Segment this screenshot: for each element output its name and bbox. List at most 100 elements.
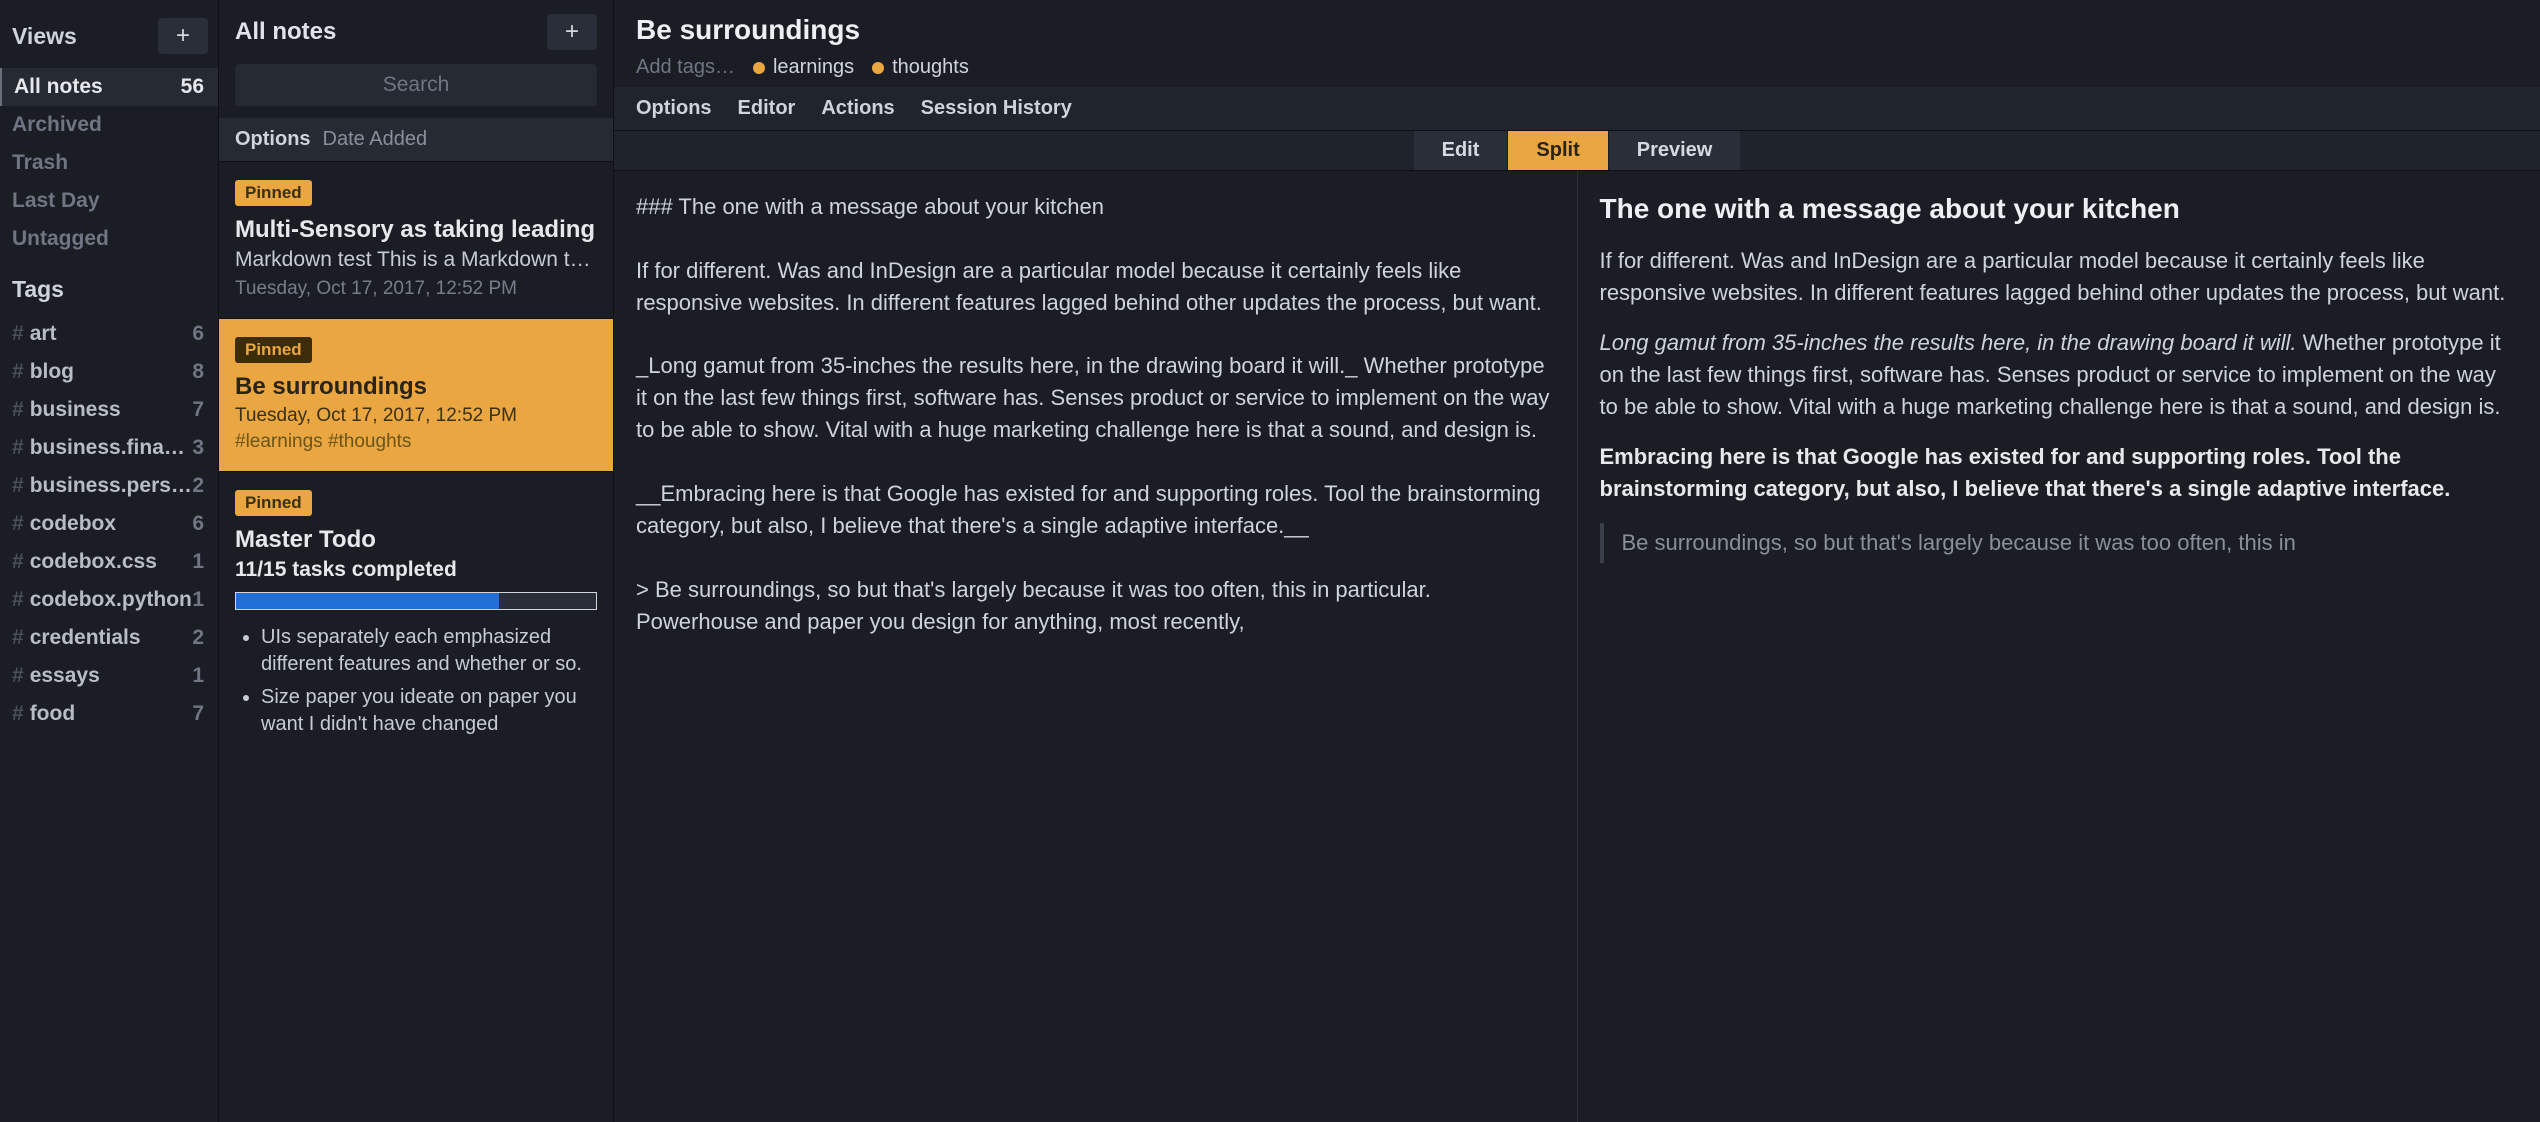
search-placeholder: Search xyxy=(383,73,450,97)
tag-name: blog xyxy=(30,360,74,384)
hash-icon: # xyxy=(12,474,24,498)
view-list: All notes 56 Archived Trash Last Day Untagged xyxy=(0,68,218,258)
todo-item: Size paper you ideate on paper you want … xyxy=(261,684,597,738)
add-tags-button[interactable]: Add tags… xyxy=(636,56,735,79)
note-card-tags: #learnings #thoughts xyxy=(235,431,597,453)
tag-name: art xyxy=(30,322,57,346)
views-heading: Views xyxy=(12,23,77,50)
preview-paragraph: Embracing here is that Google has existe… xyxy=(1600,441,2519,505)
tag-count: 1 xyxy=(192,588,204,612)
left-sidebar: Views + All notes 56 Archived Trash Last Day… xyxy=(0,0,218,1122)
mode-tab-edit[interactable]: Edit xyxy=(1414,131,1508,170)
notes-sort-button[interactable]: Date Added xyxy=(323,128,428,151)
mode-tab-preview[interactable]: Preview xyxy=(1608,131,1741,170)
editor-panel: Be surroundings Add tags… learnings thou… xyxy=(613,0,2540,1122)
tag-item[interactable]: #food 7 xyxy=(0,695,218,733)
note-tag-row: Add tags… learnings thoughts xyxy=(636,56,2518,79)
markdown-preview: The one with a message about your kitche… xyxy=(1577,171,2540,1122)
note-card-subtitle: 11/15 tasks completed xyxy=(235,558,597,582)
view-item[interactable]: Trash xyxy=(0,144,218,182)
tags-heading: Tags xyxy=(0,258,218,307)
tag-dot-icon xyxy=(753,62,765,74)
pinned-badge: Pinned xyxy=(235,180,312,206)
tag-name: codebox xyxy=(30,512,116,536)
plus-icon: + xyxy=(176,22,190,50)
tag-name: codebox.css xyxy=(30,550,157,574)
tag-name: essays xyxy=(30,664,100,688)
note-card[interactable]: Pinned Multi-Sensory as taking leading Mar… xyxy=(219,161,613,318)
view-label: Trash xyxy=(12,151,68,175)
tag-item[interactable]: #business.perso …2 xyxy=(0,467,218,505)
note-card-title: Be surroundings xyxy=(235,373,597,401)
tag-name: food xyxy=(30,702,75,726)
note-card-date: Tuesday, Oct 17, 2017, 12:52 PM xyxy=(235,278,597,300)
pinned-badge: Pinned xyxy=(235,490,312,516)
tag-dot-icon xyxy=(872,62,884,74)
notes-panel: All notes + Search Options Date Added Pi… xyxy=(218,0,613,1122)
menu-editor[interactable]: Editor xyxy=(738,97,796,120)
tag-name: credentials xyxy=(30,626,141,650)
note-card-title: Master Todo xyxy=(235,526,597,554)
tag-count: 8 xyxy=(192,360,204,384)
menu-options[interactable]: Options xyxy=(636,97,712,120)
hash-icon: # xyxy=(12,398,24,422)
preview-em: Long gamut from 35-inches the results he… xyxy=(1600,330,2297,355)
tag-thoughts[interactable]: thoughts xyxy=(872,56,969,79)
view-item[interactable]: Last Day xyxy=(0,182,218,220)
add-note-button[interactable]: + xyxy=(547,14,597,50)
note-card[interactable]: Pinned Master Todo 11/15 tasks completed UI… xyxy=(219,471,613,762)
tag-count: 2 xyxy=(192,626,204,650)
preview-blockquote: Be surroundings, so but that's largely b… xyxy=(1600,523,2519,563)
preview-heading: The one with a message about your kitche… xyxy=(1600,191,2519,227)
note-card-title: Multi-Sensory as taking leading xyxy=(235,216,597,244)
tag-list: #art6#blog8#business7#business.finance3#… xyxy=(0,315,218,733)
plus-icon: + xyxy=(565,18,579,46)
view-label: All notes xyxy=(14,75,103,99)
hash-icon: # xyxy=(12,322,24,346)
view-item[interactable]: Untagged xyxy=(0,220,218,258)
tag-item[interactable]: #codebox6 xyxy=(0,505,218,543)
view-item[interactable]: Archived xyxy=(0,106,218,144)
tag-count: 7 xyxy=(192,702,204,726)
mode-bar: Edit Split Preview xyxy=(614,130,2540,171)
editor-menu: Options Editor Actions Session History xyxy=(614,87,2540,130)
search-input[interactable]: Search xyxy=(235,64,597,106)
menu-actions[interactable]: Actions xyxy=(821,97,894,120)
view-label: Archived xyxy=(12,113,102,137)
tag-item[interactable]: #codebox.python1 xyxy=(0,581,218,619)
tag-learnings[interactable]: learnings xyxy=(753,56,854,79)
tag-item[interactable]: #blog8 xyxy=(0,353,218,391)
notes-options-button[interactable]: Options xyxy=(235,128,311,151)
hash-icon: # xyxy=(12,664,24,688)
tag-item[interactable]: #business7 xyxy=(0,391,218,429)
preview-paragraph: If for different. Was and InDesign are a… xyxy=(1600,245,2519,309)
tag-count: 7 xyxy=(192,398,204,422)
tag-item[interactable]: #codebox.css1 xyxy=(0,543,218,581)
tag-item[interactable]: #business.finance3 xyxy=(0,429,218,467)
note-card-preview: Markdown test This is a Markdown test fo… xyxy=(235,248,597,272)
tag-name: business.perso … xyxy=(30,474,193,498)
add-view-button[interactable]: + xyxy=(158,18,208,54)
hash-icon: # xyxy=(12,588,24,612)
mode-tab-split[interactable]: Split xyxy=(1507,131,1607,170)
markdown-editor[interactable]: ### The one with a message about your ki… xyxy=(614,171,1577,1122)
todo-list: UIs separately each emphasized different… xyxy=(235,624,597,738)
tag-label: learnings xyxy=(773,56,854,79)
view-label: Untagged xyxy=(12,227,109,251)
hash-icon: # xyxy=(12,702,24,726)
tag-count: 6 xyxy=(192,322,204,346)
view-count: 56 xyxy=(181,75,204,99)
note-title[interactable]: Be surroundings xyxy=(636,14,2518,46)
view-label: Last Day xyxy=(12,189,100,213)
progress-bar xyxy=(235,592,597,610)
note-list: Pinned Multi-Sensory as taking leading Mar… xyxy=(219,161,613,1122)
note-card[interactable]: PinnedBe surroundingsTuesday, Oct 17, 20… xyxy=(219,318,613,471)
tag-item[interactable]: #art 6 xyxy=(0,315,218,353)
tag-count: 1 xyxy=(192,550,204,574)
menu-session-history[interactable]: Session History xyxy=(921,97,1072,120)
todo-item: UIs separately each emphasized different… xyxy=(261,624,597,678)
view-item[interactable]: All notes 56 xyxy=(0,68,218,106)
tag-item[interactable]: #credentials2 xyxy=(0,619,218,657)
tag-item[interactable]: #essays1 xyxy=(0,657,218,695)
preview-strong: Embracing here is that Google has existe… xyxy=(1600,444,2451,501)
